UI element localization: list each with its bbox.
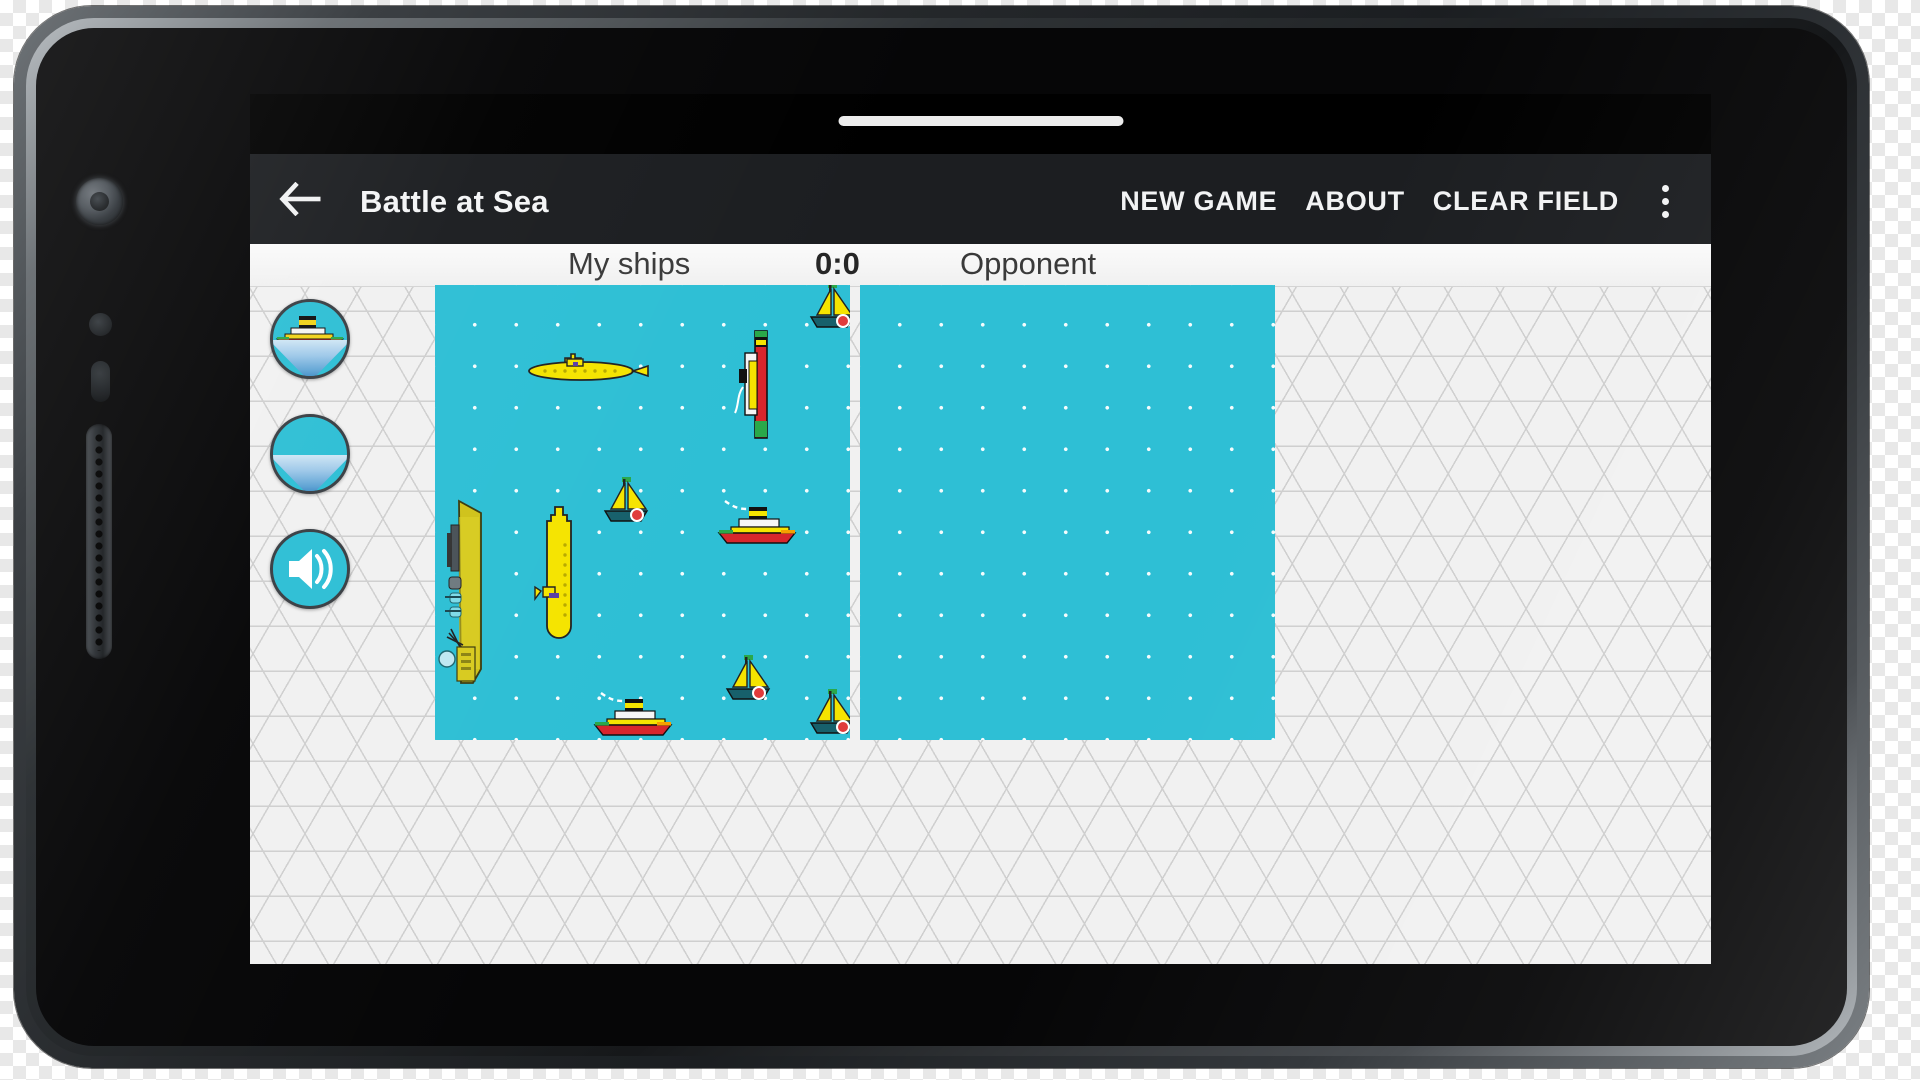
new-game-button[interactable]: NEW GAME — [1106, 176, 1291, 227]
about-button[interactable]: ABOUT — [1291, 176, 1419, 227]
ship-sailboat[interactable] — [805, 285, 850, 338]
ship-battleship-vertical[interactable] — [731, 327, 779, 447]
ship-tugboat[interactable] — [587, 689, 679, 740]
app-toolbar: Battle at Sea NEW GAME ABOUT CLEAR FIELD — [250, 159, 1711, 244]
ship-sailboat[interactable] — [805, 687, 850, 740]
page-title: Battle at Sea — [360, 183, 549, 219]
game-area: My ships 0:0 Opponent — [250, 244, 1711, 964]
score-label: 0:0 — [815, 246, 860, 281]
ship-submarine-vertical[interactable] — [531, 505, 587, 645]
empty-water-button[interactable] — [270, 414, 350, 494]
clear-field-button[interactable]: CLEAR FIELD — [1419, 176, 1633, 227]
sound-toggle-button[interactable] — [270, 529, 350, 609]
water-line — [273, 455, 347, 491]
ship-sailboat[interactable] — [721, 653, 775, 710]
phone-device: 9:10 — [14, 6, 1869, 1068]
more-vert-icon — [1661, 185, 1669, 192]
navigation-bar — [250, 94, 1711, 154]
ship-tugboat[interactable] — [711, 497, 803, 554]
screenshot-stage: 9:10 — [0, 0, 1920, 1080]
ship-sailboat[interactable] — [599, 475, 653, 532]
back-button[interactable] — [268, 169, 334, 235]
place-ships-button[interactable] — [270, 299, 350, 379]
grid-dots — [860, 285, 1275, 740]
my-ships-field[interactable] — [435, 285, 850, 740]
ambient-light-sensor-icon — [91, 361, 110, 402]
more-vert-icon — [1661, 211, 1669, 218]
opponent-field[interactable] — [860, 285, 1275, 740]
overflow-menu-button[interactable] — [1639, 169, 1691, 235]
back-arrow-icon — [279, 181, 323, 221]
speaker-icon — [287, 548, 333, 595]
earpiece-speaker-grille — [86, 424, 112, 659]
ship-submarine-horizontal[interactable] — [523, 341, 653, 392]
more-vert-icon — [1661, 198, 1669, 205]
phone-screen: 9:10 — [250, 94, 1711, 964]
water-line — [273, 340, 347, 376]
proximity-sensor-icon — [89, 313, 112, 336]
opponent-label: Opponent — [960, 246, 1097, 281]
my-ships-label: My ships — [568, 246, 691, 281]
ship-aircraft-carrier-vertical[interactable] — [437, 497, 493, 692]
home-gesture-pill[interactable] — [838, 116, 1123, 126]
side-button-column — [270, 299, 350, 609]
front-camera-icon — [76, 178, 123, 225]
